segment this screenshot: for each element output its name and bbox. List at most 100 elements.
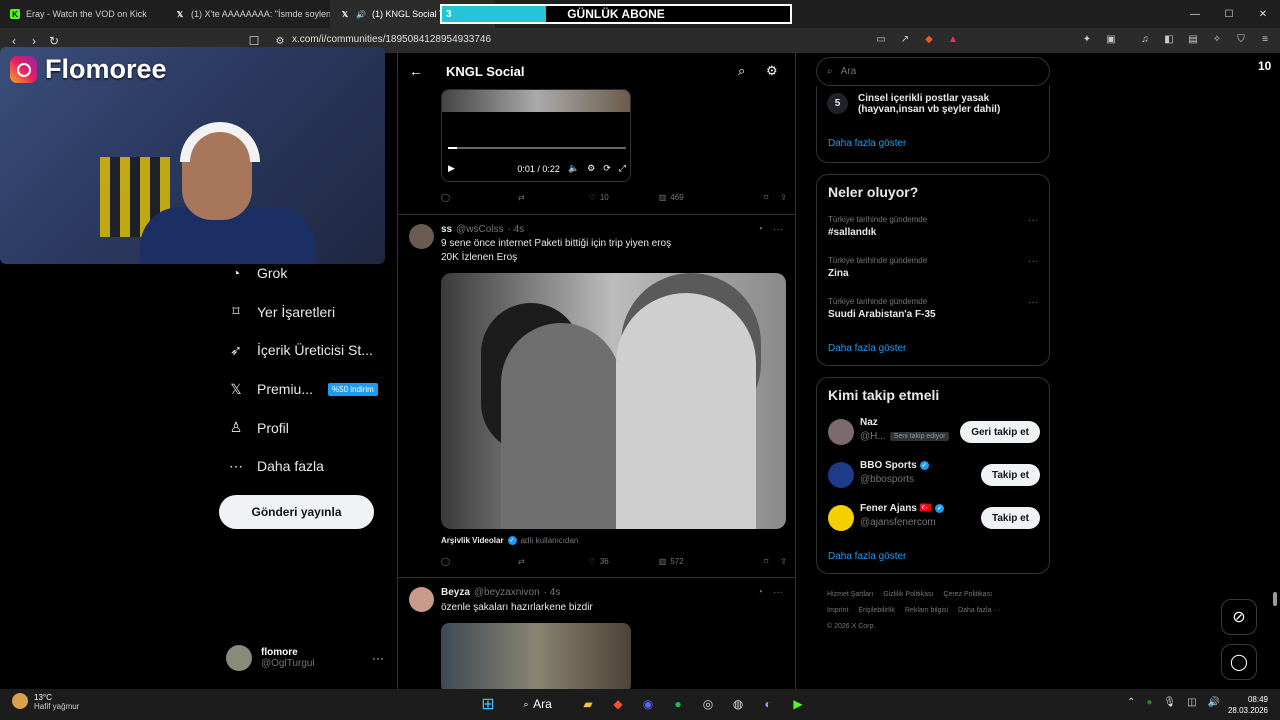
clock[interactable]: 08:49 28.03.2026 [1228, 694, 1268, 716]
avatar[interactable] [828, 462, 854, 488]
tweet-author-name[interactable]: ss [441, 224, 452, 235]
post-button[interactable]: Gönderi yayınla [219, 495, 374, 529]
brave-icon[interactable]: ◆ [608, 694, 628, 714]
windows-start-icon[interactable]: ⊞ [478, 694, 498, 714]
trend-item[interactable]: Türkiye tarihinde gündemde #sallandık ··… [828, 215, 1038, 238]
network-icon[interactable]: ◫ [1187, 697, 1196, 708]
scrollbar[interactable] [1272, 55, 1278, 689]
puzzle-icon[interactable]: ✦ [1080, 32, 1094, 46]
follow-button[interactable]: Takip et [980, 464, 1040, 486]
follow-button[interactable]: Takip et [980, 507, 1040, 529]
volume-icon[interactable]: 🔊 [1208, 697, 1220, 708]
grok-icon[interactable]: ◔ [757, 224, 763, 235]
app-icon[interactable]: ◍ [728, 694, 748, 714]
avatar[interactable] [828, 419, 854, 445]
play-icon[interactable]: ▶ [448, 163, 455, 174]
follow-back-button[interactable]: Geri takip et [960, 421, 1040, 443]
browser-tab-kick[interactable]: K Eray - Watch the VOD on Kick [0, 0, 165, 28]
tweet-author-name[interactable]: Beyza [441, 587, 470, 598]
menu-icon[interactable]: ≡ [1258, 32, 1272, 46]
search-input[interactable]: ⌕ Ara [816, 57, 1050, 86]
search-icon[interactable]: ⌕ [738, 63, 745, 79]
show-more-link[interactable]: Daha fazla göster [828, 551, 906, 562]
like-button[interactable]: ♡ 10 [589, 193, 609, 202]
steam-icon[interactable]: ◎ [698, 694, 718, 714]
scrollbar-thumb[interactable] [1273, 592, 1277, 606]
grok-icon[interactable]: ◔ [757, 587, 763, 598]
share-icon[interactable]: ⇪ [780, 193, 787, 202]
like-button[interactable]: ♡ 36 [589, 557, 609, 566]
tweet-author-handle[interactable]: @beyzaxnivon [474, 587, 540, 598]
share-icon[interactable]: ⇪ [780, 557, 787, 566]
microphone-icon[interactable]: 🎙 [1163, 697, 1176, 708]
footer-link[interactable]: Gizlilik Politikası [883, 591, 933, 598]
nav-item-profile[interactable]: ♙ Profil [218, 408, 396, 447]
trend-item[interactable]: Türkiye tarihinde gündemde Suudi Arabist… [828, 297, 1038, 320]
discord-icon[interactable]: ◉ [638, 694, 658, 714]
account-switcher[interactable]: flomore @OglTurgul ··· [226, 643, 386, 673]
settings-icon[interactable]: ⚙ [587, 163, 595, 174]
footer-link[interactable]: Hizmet Şartları [827, 591, 873, 598]
taskbar-search[interactable]: ⌕ Ara [508, 694, 568, 714]
more-dots-icon[interactable]: ··· [773, 224, 783, 235]
url-field[interactable]: x.com/i/communities/1895084128954933746 [292, 34, 491, 45]
more-dots-icon[interactable]: ··· [372, 651, 384, 665]
footer-link[interactable]: Çerez Politikası [943, 591, 992, 598]
wallet-icon[interactable]: ▣ [1104, 32, 1118, 46]
more-dots-icon[interactable]: ··· [1028, 256, 1038, 267]
source-name[interactable]: Arşivlik Videolar [441, 536, 504, 545]
tray-app-icon[interactable]: ● [1146, 697, 1152, 708]
close-window-button[interactable]: ✕ [1246, 0, 1280, 28]
views-button[interactable]: ▥ 469 [659, 193, 684, 202]
tweet-author-handle[interactable]: @wsColss [456, 224, 503, 235]
bookmark-icon[interactable]: ⌑ [764, 193, 768, 202]
bookmark-icon[interactable]: ⌑ [764, 557, 768, 566]
avatar[interactable] [409, 587, 434, 612]
more-dots-icon[interactable]: ··· [1028, 215, 1038, 226]
footer-link[interactable]: Reklam bilgisi [905, 607, 948, 614]
more-dots-icon[interactable]: ··· [773, 587, 783, 598]
retweet-icon[interactable]: ⇄ [518, 193, 525, 202]
video-progress-bar[interactable] [448, 147, 626, 149]
gear-icon[interactable]: ⚙ [766, 63, 778, 79]
nav-item-premium[interactable]: 𝕏 Premiu... %50 indirim [218, 370, 396, 409]
footer-link[interactable]: Imprint [827, 607, 848, 614]
spotify-icon[interactable]: ● [668, 694, 688, 714]
maximize-button[interactable]: ☐ [1212, 0, 1246, 28]
grok-float-button[interactable]: ⊘ [1221, 599, 1257, 635]
sidebar-icon[interactable]: ◧ [1162, 32, 1176, 46]
file-explorer-icon[interactable]: ▰ [578, 694, 598, 714]
video-player[interactable]: ▶ 0:01 / 0:22 🔈 ⚙ ⟳ ⤢ [441, 89, 631, 182]
weather-widget[interactable]: 13°C Hafif yağmur [12, 693, 79, 711]
show-more-link[interactable]: Daha fazla göster [828, 343, 906, 354]
screen-icon[interactable]: ▭ [874, 32, 888, 46]
views-button[interactable]: ▥ 572 [659, 557, 684, 566]
more-dots-icon[interactable]: ··· [1028, 297, 1038, 308]
vpn-icon[interactable]: ⛉ [1234, 32, 1248, 46]
minimize-button[interactable]: — [1178, 0, 1212, 28]
brave-shield-icon[interactable]: ◆ [922, 32, 936, 46]
tweet-photo[interactable] [441, 273, 786, 529]
browser-tab-x-1[interactable]: 𝕏 (1) X'te AAAAAAAA: "İsmde soylendi [165, 0, 330, 28]
show-more-link[interactable]: Daha fazla göster [828, 138, 906, 149]
music-icon[interactable]: ♫ [1138, 32, 1152, 46]
trend-item[interactable]: Türkiye tarihinde gündemde Zina ··· [828, 256, 1038, 279]
kick-icon[interactable]: ▶ [788, 694, 808, 714]
avatar[interactable] [409, 224, 434, 249]
back-arrow-icon[interactable]: ← [398, 63, 434, 79]
footer-link[interactable]: Daha fazla ··· [958, 607, 1000, 614]
mute-icon[interactable]: 🔈 [568, 163, 579, 174]
chevron-up-icon[interactable]: ⌃ [1127, 697, 1135, 708]
nav-item-grok[interactable]: ◔ Grok [218, 254, 396, 293]
share-icon[interactable]: ↗ [898, 32, 912, 46]
nav-item-bookmarks[interactable]: ⌑ Yer İşaretleri [218, 293, 396, 332]
footer-link[interactable]: Erişilebilirlik [858, 607, 895, 614]
messages-float-button[interactable]: ◯ [1221, 644, 1257, 680]
reply-icon[interactable]: ◯ [441, 193, 450, 202]
avatar[interactable] [828, 505, 854, 531]
fullscreen-icon[interactable]: ⤢ [619, 163, 626, 174]
reply-icon[interactable]: ◯ [441, 557, 450, 566]
wallet-card-icon[interactable]: ▤ [1186, 32, 1200, 46]
sparkle-icon[interactable]: ✧ [1210, 32, 1224, 46]
obs-icon[interactable]: ◐ [758, 694, 778, 714]
